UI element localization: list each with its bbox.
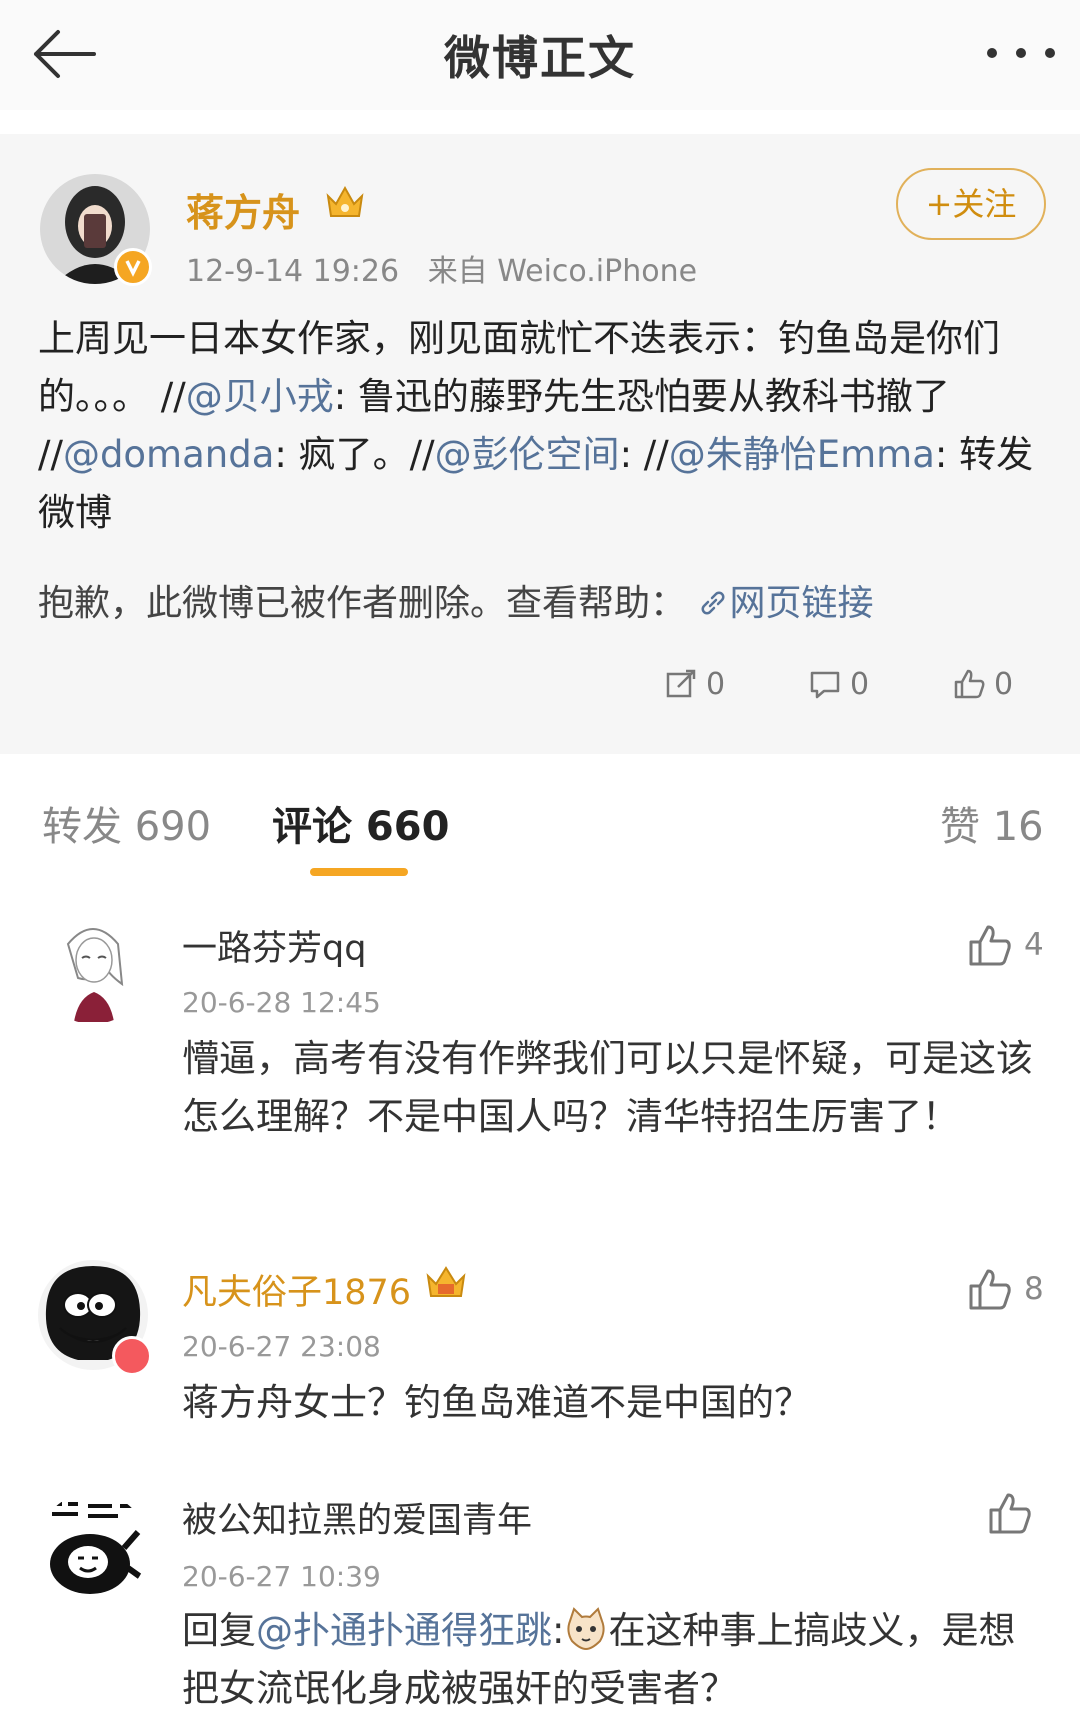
web-link[interactable]: 网页链接 (697, 583, 873, 624)
deleted-notice: 抱歉，此微博已被作者删除。查看帮助： 网页链接 (38, 574, 1048, 626)
comment-like-button[interactable]: 8 (966, 1266, 1044, 1312)
post-text-segment: : // (619, 433, 669, 476)
commenter-name[interactable]: 被公知拉黑的爱国青年 (182, 1492, 532, 1543)
vip-crown-icon (426, 1266, 466, 1297)
comment-time: 20-6-27 23:08 (182, 1330, 381, 1363)
mention-link[interactable]: @扑通扑通得狂跳 (256, 1609, 552, 1652)
comment-like-count: 4 (1024, 927, 1044, 963)
mention-link[interactable]: @贝小戎 (186, 375, 334, 418)
active-tab-indicator (310, 868, 408, 876)
page-title: 微博正文 (444, 31, 636, 85)
follow-button[interactable]: +关注 (896, 168, 1046, 240)
like-count: 0 (994, 666, 1014, 702)
reply-colon: : (552, 1609, 565, 1652)
comment-like-button[interactable] (986, 1490, 1044, 1536)
avatar-image-icon (44, 1496, 144, 1594)
commenter-name[interactable]: 凡夫俗子1876 (182, 1264, 411, 1315)
comment-icon (810, 671, 840, 699)
repost-count: 0 (706, 666, 726, 702)
comment-count: 0 (850, 666, 870, 702)
mention-link[interactable]: @彭伦空间 (435, 433, 620, 476)
thumbs-up-icon (989, 1493, 1031, 1534)
like-button[interactable]: 0 (952, 654, 1013, 714)
mention-link[interactable]: @domanda (63, 433, 274, 476)
repost-button[interactable]: 0 (664, 654, 725, 714)
deleted-notice-text: 抱歉，此微博已被作者删除。查看帮助： (38, 583, 687, 624)
comment-time: 20-6-28 12:45 (182, 986, 381, 1019)
comment-button[interactable]: 0 (808, 654, 869, 714)
comment-text: 懵逼，高考有没有作弊我们可以只是怀疑，可是这该怎么理解？不是中国人吗？清华特招生… (182, 1037, 1033, 1138)
reply-prefix: 回复 (182, 1609, 256, 1652)
cat-emoji-icon (567, 1607, 606, 1651)
weibo-post: 蒋方舟 12-9-14 19:26 来自 Weico.iPhone +关注 上周… (0, 134, 1080, 754)
commenter-avatar[interactable] (38, 914, 148, 1024)
verified-badge-icon (114, 248, 152, 286)
tab-comments[interactable]: 评论 660 (272, 794, 449, 852)
post-body: 上周见一日本女作家，刚见面就忙不迭表示：钓鱼岛是你们的。。。 //@贝小戎: 鲁… (38, 310, 1048, 542)
commenter-name[interactable]: 一路芬芳qq (182, 920, 366, 971)
top-bar: 微博正文 (0, 0, 1080, 110)
commenter-avatar[interactable] (38, 1260, 152, 1376)
comment-like-button[interactable]: 4 (966, 922, 1044, 968)
comment-item: 一路芬芳qq 20-6-28 12:45 懵逼，高考有没有作弊我们可以只是怀疑，… (0, 910, 1080, 1200)
tab-reposts[interactable]: 转发 690 (42, 794, 211, 852)
repost-icon (666, 669, 696, 698)
post-source: 来自 Weico.iPhone (427, 254, 698, 289)
thumbs-up-icon (969, 925, 1011, 966)
commenter-avatar[interactable] (38, 1492, 148, 1602)
post-time: 12-9-14 19:26 (186, 254, 400, 289)
comment-like-count: 8 (1024, 1271, 1044, 1307)
thumbs-up-icon (954, 669, 985, 699)
vip-crown-icon (326, 185, 364, 217)
comment-text: 回复@扑通扑通得狂跳: 在这种事上搞歧义，是想把女流氓化身成被强奸的受害者？ (182, 1602, 1052, 1718)
post-tabs: 转发 690 评论 660 赞 16 (0, 770, 1080, 880)
user-badge-icon (112, 1336, 152, 1376)
post-author-name[interactable]: 蒋方舟 (186, 182, 300, 237)
tab-likes[interactable]: 赞 16 (940, 794, 1044, 852)
post-text-segment: : 疯了。// (274, 433, 435, 476)
more-options-icon[interactable] (980, 28, 1062, 78)
avatar-image-icon (66, 928, 124, 1022)
comment-text: 蒋方舟女士？钓鱼岛难道不是中国的？ (182, 1381, 811, 1424)
mention-link[interactable]: @朱静怡Emma (669, 433, 935, 476)
post-action-bar: 0 0 0 (0, 654, 1080, 714)
comment-time: 20-6-27 10:39 (182, 1560, 381, 1593)
link-icon (702, 591, 725, 615)
web-link-label: 网页链接 (729, 583, 874, 624)
comment-item: 凡夫俗子1876 20-6-27 23:08 蒋方舟女士？钓鱼岛难道不是中国的？… (0, 1256, 1080, 1424)
author-avatar[interactable] (40, 174, 152, 286)
post-meta: 12-9-14 19:26 来自 Weico.iPhone (186, 246, 697, 290)
comment-item: 被公知拉黑的爱国青年 20-6-27 10:39 回复@扑通扑通得狂跳: 在这种事… (0, 1488, 1080, 1727)
thumbs-up-icon (969, 1269, 1011, 1310)
